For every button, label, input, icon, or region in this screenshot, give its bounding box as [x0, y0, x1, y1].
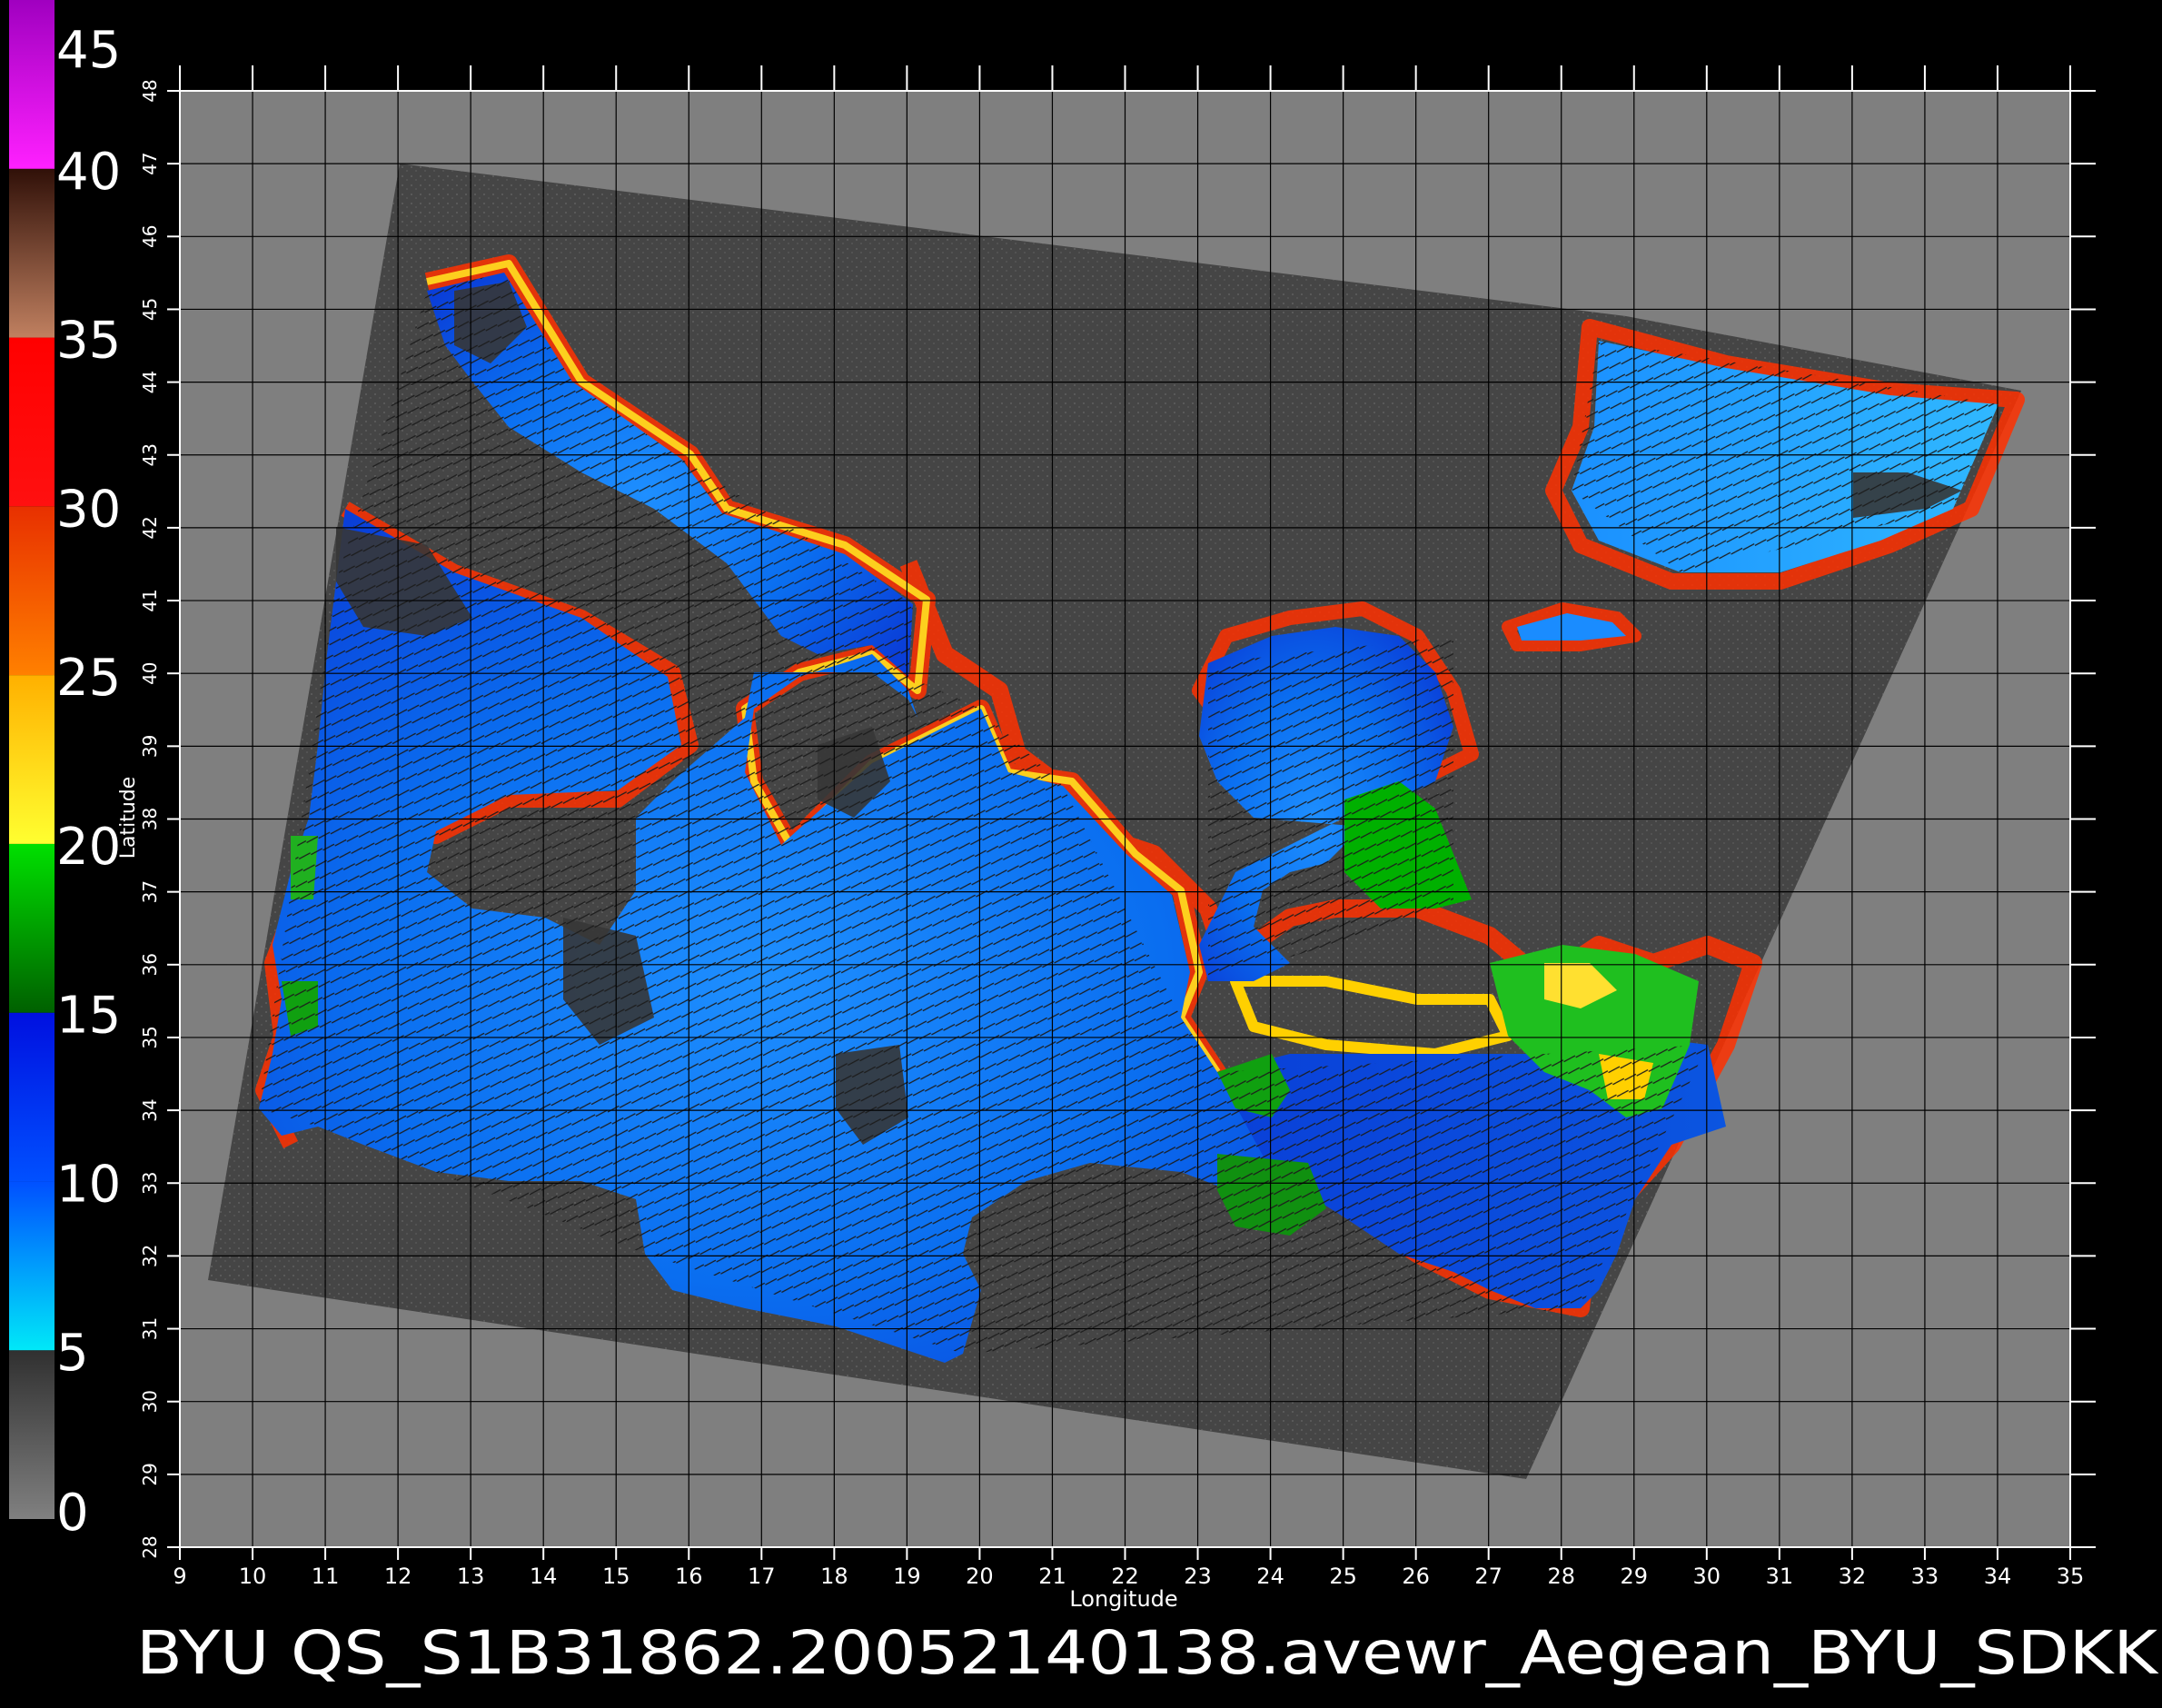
x-tick-label: 26 [1402, 1564, 1430, 1589]
x-tick-label: 23 [1184, 1564, 1212, 1589]
x-tick-label: 21 [1038, 1564, 1066, 1589]
x-tick-label: 31 [1766, 1564, 1794, 1589]
x-tick-label: 16 [675, 1564, 703, 1589]
y-tick-label: 47 [139, 152, 161, 174]
y-tick-label: 40 [139, 661, 161, 684]
y-tick-label: 31 [139, 1317, 161, 1340]
colorbar-label: 5 [56, 1324, 89, 1383]
plot-title: BYU QS_S1B31862.20052140138.avewr_Aegean… [136, 1618, 2159, 1688]
x-tick-label: 18 [820, 1564, 848, 1589]
colorbar-label: 45 [56, 21, 121, 80]
x-tick-label: 13 [457, 1564, 485, 1589]
colorbar-segment [9, 1181, 55, 1351]
x-tick-label: 20 [966, 1564, 994, 1589]
x-tick-label: 12 [384, 1564, 412, 1589]
x-tick-label: 33 [1911, 1564, 1939, 1589]
colorbar-segment [9, 506, 55, 676]
y-tick-label: 32 [139, 1245, 161, 1267]
y-tick-label: 29 [139, 1463, 161, 1485]
x-tick-label: 14 [530, 1564, 558, 1589]
y-tick-label: 38 [139, 808, 161, 830]
y-tick-label: 36 [139, 953, 161, 976]
y-tick-label: 30 [139, 1390, 161, 1413]
y-tick-label: 45 [139, 298, 161, 321]
x-tick-label: 34 [1984, 1564, 2012, 1589]
colorbar: 0 5 10 15 20 25 30 35 40 45 [9, 0, 121, 1543]
x-tick-label: 11 [312, 1564, 340, 1589]
colorbar-segment [9, 675, 55, 844]
colorbar-segment [9, 168, 55, 338]
y-tick-label: 34 [139, 1098, 161, 1121]
y-tick-label: 42 [139, 516, 161, 539]
x-axis-label: Longitude [1069, 1586, 1177, 1612]
colorbar-label: 15 [56, 987, 121, 1046]
x-tick-label: 29 [1620, 1564, 1648, 1589]
y-tick-label: 48 [139, 79, 161, 102]
y-tick-label: 37 [139, 880, 161, 903]
x-tick-label: 22 [1111, 1564, 1139, 1589]
y-tick-label: 28 [139, 1535, 161, 1558]
colorbar-label: 30 [56, 480, 121, 539]
y-tick-label: 44 [139, 371, 161, 393]
lat-lon-grid [180, 91, 2070, 1547]
colorbar-label: 20 [56, 818, 121, 877]
x-tick-label: 15 [602, 1564, 630, 1589]
y-tick-label: 46 [139, 225, 161, 248]
x-tick-label: 32 [1839, 1564, 1867, 1589]
y-tick-label: 33 [139, 1172, 161, 1195]
colorbar-label: 0 [56, 1484, 89, 1543]
colorbar-label: 10 [56, 1155, 121, 1214]
x-tick-label: 28 [1547, 1564, 1575, 1589]
colorbar-label: 40 [56, 143, 121, 202]
y-tick-label: 39 [139, 735, 161, 758]
colorbar-segment [9, 337, 55, 507]
x-tick-label: 10 [239, 1564, 267, 1589]
colorbar-segment [9, 0, 55, 169]
y-axis-label: Latitude [117, 777, 140, 859]
x-tick-label: 9 [173, 1564, 186, 1589]
y-tick-label: 41 [139, 589, 161, 611]
colorbar-label: 35 [56, 312, 121, 371]
x-tick-label: 25 [1329, 1564, 1357, 1589]
colorbar-segment [9, 1350, 55, 1519]
wind-map-figure: 0 5 10 15 20 25 30 35 40 45 9 10 11 12 13 14 15 1… [9, 0, 2159, 1688]
colorbar-label: 25 [56, 649, 121, 708]
y-tick-label: 43 [139, 443, 161, 466]
y-tick-label: 35 [139, 1026, 161, 1048]
colorbar-segment [9, 1012, 55, 1182]
x-tick-label: 27 [1474, 1564, 1502, 1589]
x-tick-label: 30 [1693, 1564, 1721, 1589]
x-tick-label: 35 [2057, 1564, 2085, 1589]
x-tick-label: 19 [893, 1564, 921, 1589]
colorbar-segment [9, 843, 55, 1013]
x-tick-label: 17 [748, 1564, 776, 1589]
x-tick-label: 24 [1256, 1564, 1284, 1589]
